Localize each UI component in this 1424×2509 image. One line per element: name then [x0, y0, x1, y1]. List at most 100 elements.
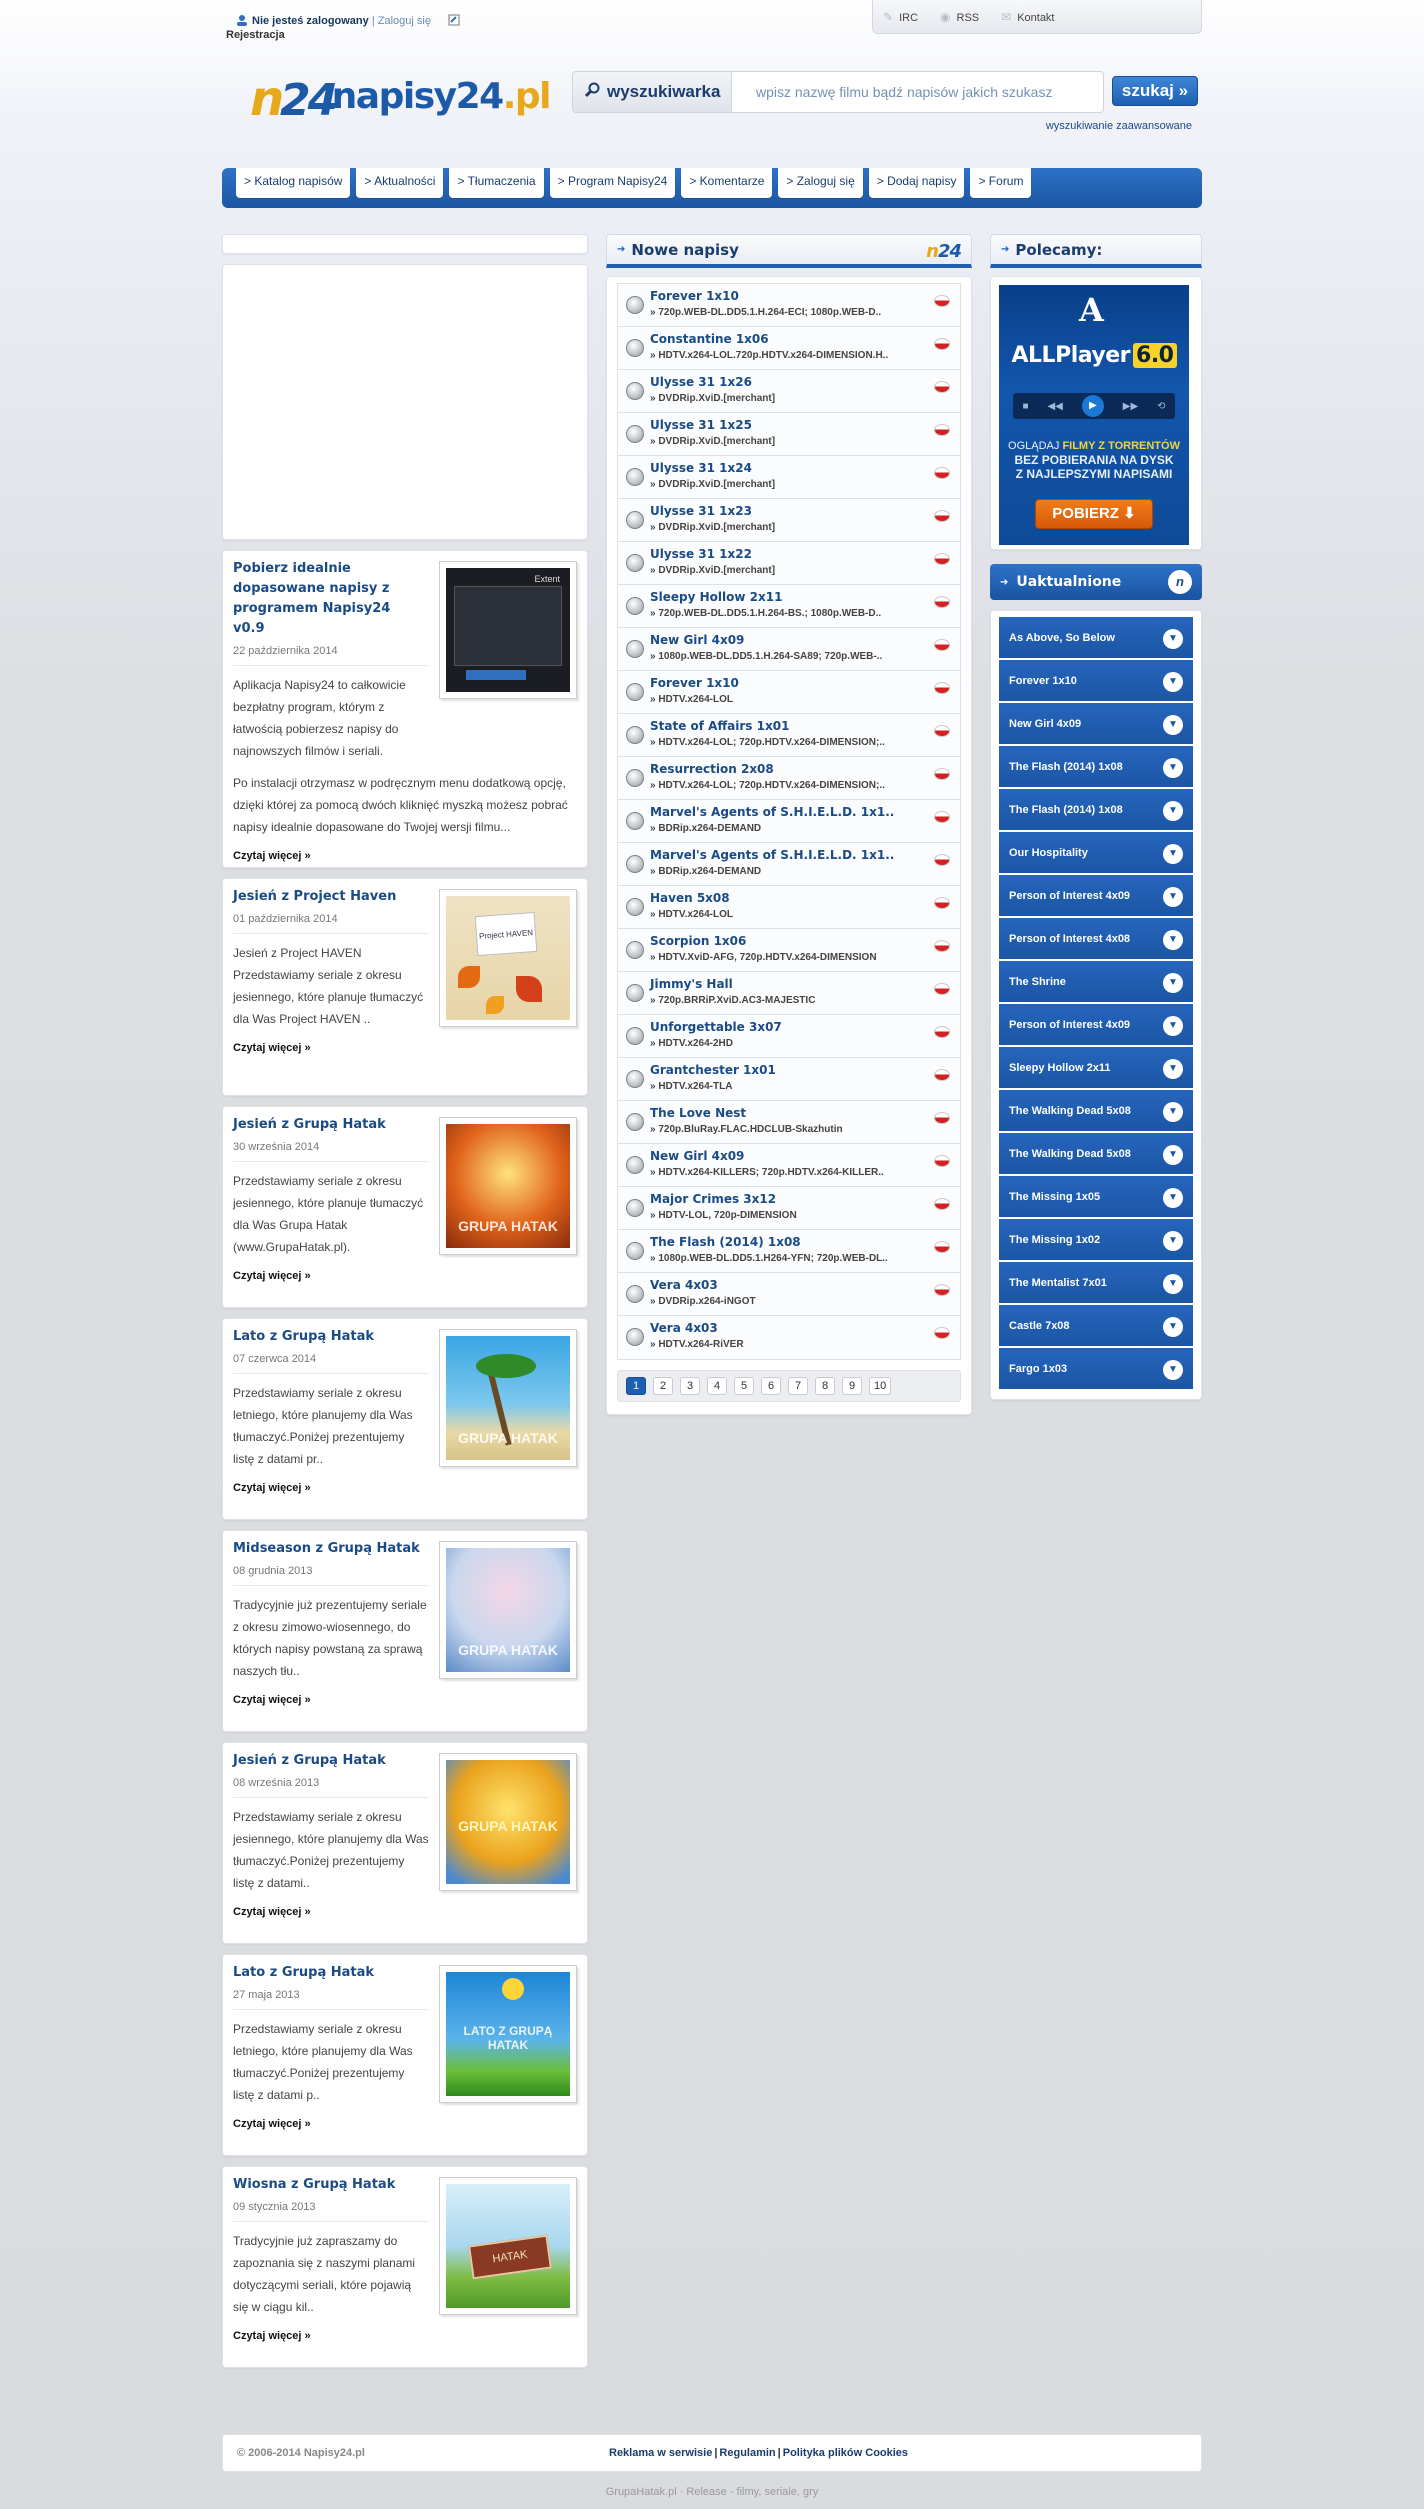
register-link[interactable]: Rejestracja — [226, 28, 464, 42]
updated-item[interactable]: The Walking Dead 5x08 ▼ — [999, 1133, 1193, 1176]
news-thumbnail[interactable]: GRUPA HATAK — [439, 1329, 577, 1467]
news-title[interactable]: Jesień z Grupą Hatak — [233, 1751, 423, 1771]
subtitle-row[interactable]: Ulysse 31 1x26 » DVDRip.XviD.[merchant] — [618, 370, 960, 413]
subtitle-title[interactable]: Marvel's Agents of S.H.I.E.L.D. 1x1.. — [650, 805, 894, 819]
read-more-link[interactable]: Czytaj więcej » — [233, 2118, 577, 2130]
subtitle-row[interactable]: State of Affairs 1x01 » HDTV.x264-LOL; 72… — [618, 714, 960, 757]
news-title[interactable]: Pobierz idealnie dopasowane napisy z pro… — [233, 559, 423, 639]
subtitle-row[interactable]: Unforgettable 3x07 » HDTV.x264-2HD — [618, 1015, 960, 1058]
read-more-link[interactable]: Czytaj więcej » — [233, 2330, 577, 2342]
news-title[interactable]: Jesień z Project Haven — [233, 887, 423, 907]
updated-item[interactable]: The Shrine ▼ — [999, 961, 1193, 1004]
updated-item[interactable]: Castle 7x08 ▼ — [999, 1305, 1193, 1348]
subtitle-row[interactable]: Major Crimes 3x12 » HDTV-LOL, 720p-DIMENS… — [618, 1187, 960, 1230]
nav-catalog[interactable]: > Katalog napisów — [236, 168, 351, 198]
updated-item[interactable]: The Walking Dead 5x08 ▼ — [999, 1090, 1193, 1133]
news-thumbnail[interactable]: Project HAVEN — [439, 889, 577, 1027]
updated-item[interactable]: The Flash (2014) 1x08 ▼ — [999, 746, 1193, 789]
subtitle-title[interactable]: State of Affairs 1x01 — [650, 719, 789, 733]
page-link[interactable]: 4 — [707, 1377, 727, 1395]
updated-item[interactable]: As Above, So Below ▼ — [999, 617, 1193, 660]
subtitle-title[interactable]: Haven 5x08 — [650, 891, 730, 905]
footer-link-ads[interactable]: Reklama w serwisie — [609, 2447, 712, 2459]
subtitle-title[interactable]: Constantine 1x06 — [650, 332, 769, 346]
subtitle-row[interactable]: Resurrection 2x08 » HDTV.x264-LOL; 720p.H… — [618, 757, 960, 800]
subtitle-title[interactable]: Vera 4x03 — [650, 1321, 718, 1335]
subtitle-row[interactable]: Forever 1x10 » HDTV.x264-LOL — [618, 671, 960, 714]
updated-item[interactable]: Our Hospitality ▼ — [999, 832, 1193, 875]
news-thumbnail[interactable]: HATAK — [439, 2177, 577, 2315]
page-link[interactable]: 9 — [842, 1377, 862, 1395]
advanced-search-link[interactable]: wyszukiwanie zaawansowane — [1046, 120, 1192, 132]
subtitle-title[interactable]: Forever 1x10 — [650, 676, 739, 690]
nav-news[interactable]: > Aktualności — [356, 168, 444, 198]
news-title[interactable]: Jesień z Grupą Hatak — [233, 1115, 423, 1135]
subtitle-title[interactable]: Ulysse 31 1x25 — [650, 418, 752, 432]
subtitle-row[interactable]: Constantine 1x06 » HDTV.x264-LOL.720p.HDT… — [618, 327, 960, 370]
updated-item[interactable]: The Missing 1x05 ▼ — [999, 1176, 1193, 1219]
news-thumbnail[interactable]: GRUPA HATAK — [439, 1541, 577, 1679]
read-more-link[interactable]: Czytaj więcej » — [233, 1694, 577, 1706]
subtitle-title[interactable]: Forever 1x10 — [650, 289, 739, 303]
subtitle-row[interactable]: Marvel's Agents of S.H.I.E.L.D. 1x1.. » B… — [618, 843, 960, 886]
subtitle-title[interactable]: Major Crimes 3x12 — [650, 1192, 776, 1206]
page-link[interactable]: 7 — [788, 1377, 808, 1395]
news-title[interactable]: Lato z Grupą Hatak — [233, 1963, 423, 1983]
subtitle-row[interactable]: New Girl 4x09 » HDTV.x264-KILLERS; 720p.H… — [618, 1144, 960, 1187]
subtitle-title[interactable]: The Flash (2014) 1x08 — [650, 1235, 801, 1249]
subtitle-row[interactable]: Grantchester 1x01 » HDTV.x264-TLA — [618, 1058, 960, 1101]
subtitle-row[interactable]: The Flash (2014) 1x08 » 1080p.WEB-DL.DD5.… — [618, 1230, 960, 1273]
subtitle-title[interactable]: Grantchester 1x01 — [650, 1063, 776, 1077]
page-link[interactable]: 8 — [815, 1377, 835, 1395]
news-thumbnail[interactable]: GRUPA HATAK — [439, 1753, 577, 1891]
subtitle-title[interactable]: Ulysse 31 1x24 — [650, 461, 752, 475]
news-thumbnail[interactable]: Extent — [439, 561, 577, 699]
subtitle-row[interactable]: The Love Nest » 720p.BluRay.FLAC.HDCLUB-S… — [618, 1101, 960, 1144]
read-more-link[interactable]: Czytaj więcej » — [233, 1042, 577, 1054]
updated-item[interactable]: Forever 1x10 ▼ — [999, 660, 1193, 703]
subtitle-row[interactable]: Vera 4x03 » DVDRip.x264-iNGOT — [618, 1273, 960, 1316]
search-button[interactable]: szukaj » — [1112, 76, 1198, 106]
page-link[interactable]: 1 — [626, 1377, 646, 1395]
nav-forum[interactable]: > Forum — [970, 168, 1032, 198]
nav-add-subtitles[interactable]: > Dodaj napisy — [868, 168, 965, 198]
news-title[interactable]: Midseason z Grupą Hatak — [233, 1539, 423, 1559]
search-input[interactable] — [732, 71, 1104, 113]
updated-item[interactable]: Person of Interest 4x09 ▼ — [999, 1004, 1193, 1047]
updated-item[interactable]: New Girl 4x09 ▼ — [999, 703, 1193, 746]
updated-item[interactable]: Sleepy Hollow 2x11 ▼ — [999, 1047, 1193, 1090]
subtitle-title[interactable]: New Girl 4x09 — [650, 1149, 744, 1163]
subtitle-title[interactable]: Scorpion 1x06 — [650, 934, 746, 948]
subtitle-title[interactable]: The Love Nest — [650, 1106, 746, 1120]
news-thumbnail[interactable]: GRUPA HATAK — [439, 1117, 577, 1255]
subtitle-title[interactable]: Unforgettable 3x07 — [650, 1020, 782, 1034]
updated-item[interactable]: The Mentalist 7x01 ▼ — [999, 1262, 1193, 1305]
read-more-link[interactable]: Czytaj więcej » — [233, 850, 577, 862]
subtitle-row[interactable]: Sleepy Hollow 2x11 » 720p.WEB-DL.DD5.1.H.… — [618, 585, 960, 628]
footer-link-terms[interactable]: Regulamin — [719, 2447, 775, 2459]
nav-comments[interactable]: > Komentarze — [681, 168, 773, 198]
subtitle-title[interactable]: Sleepy Hollow 2x11 — [650, 590, 782, 604]
subtitle-row[interactable]: New Girl 4x09 » 1080p.WEB-DL.DD5.1.H.264-… — [618, 628, 960, 671]
subtitle-row[interactable]: Vera 4x03 » HDTV.x264-RiVER — [618, 1316, 960, 1359]
read-more-link[interactable]: Czytaj więcej » — [233, 1482, 577, 1494]
rss-link[interactable]: ◉ RSS — [940, 10, 979, 24]
subtitle-title[interactable]: Resurrection 2x08 — [650, 762, 774, 776]
login-link[interactable]: Zaloguj się — [378, 15, 431, 27]
site-logo[interactable]: n 24 napisy24.pl — [250, 68, 552, 127]
updated-item[interactable]: The Flash (2014) 1x08 ▼ — [999, 789, 1193, 832]
updated-item[interactable]: Fargo 1x03 ▼ — [999, 1348, 1193, 1391]
read-more-link[interactable]: Czytaj więcej » — [233, 1906, 577, 1918]
subtitle-row[interactable]: Haven 5x08 » HDTV.x264-LOL — [618, 886, 960, 929]
page-link[interactable]: 5 — [734, 1377, 754, 1395]
page-link[interactable]: 6 — [761, 1377, 781, 1395]
key-icon[interactable] — [448, 14, 460, 26]
news-thumbnail[interactable]: LATO Z GRUPĄ HATAK — [439, 1965, 577, 2103]
subtitle-row[interactable]: Scorpion 1x06 » HDTV.XviD-AFG, 720p.HDTV.… — [618, 929, 960, 972]
updated-item[interactable]: Person of Interest 4x08 ▼ — [999, 918, 1193, 961]
allplayer-banner[interactable]: A ALLPlayer 6.0 ■ ◀◀ ▶ ▶▶ ⟲ OGLĄDAJ FILMY… — [999, 285, 1189, 545]
subtitle-title[interactable]: Ulysse 31 1x26 — [650, 375, 752, 389]
subtitle-title[interactable]: Vera 4x03 — [650, 1278, 718, 1292]
nav-program[interactable]: > Program Napisy24 — [549, 168, 676, 198]
subtitle-title[interactable]: Jimmy's Hall — [650, 977, 733, 991]
